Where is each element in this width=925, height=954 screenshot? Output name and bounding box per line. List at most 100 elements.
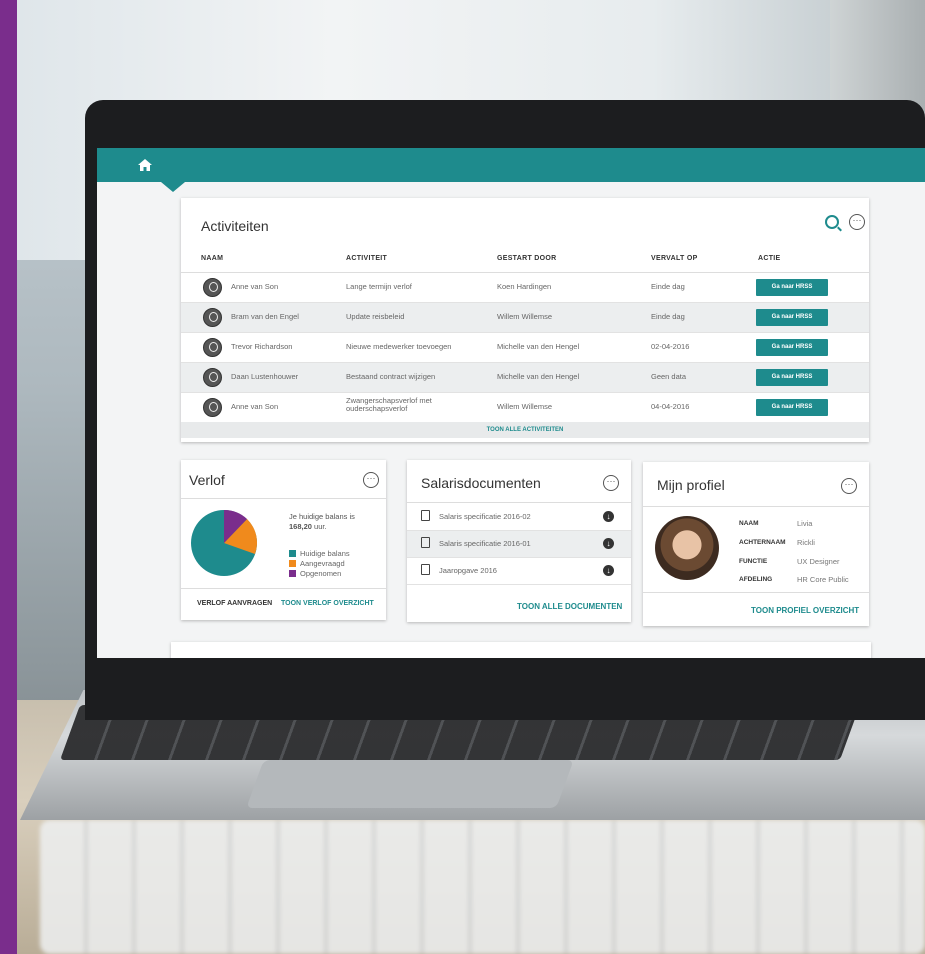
balance-text: Je huidige balans is [289, 512, 355, 521]
list-item[interactable]: Salaris specificatie 2016-02 ↓ [407, 504, 631, 531]
col-naam[interactable]: NAAM [201, 255, 223, 262]
row-vervalt: Einde dag [651, 282, 685, 291]
table-row: Anne van Son Lange termijn verlof Koen H… [181, 273, 869, 303]
col-vervalt-op[interactable]: VERVALT OP [651, 255, 698, 262]
profile-title: Mijn profiel [657, 477, 725, 493]
document-icon [421, 510, 430, 521]
avatar [203, 278, 222, 297]
ga-naar-hrss-button[interactable]: Ga naar HRSS [756, 309, 828, 326]
row-gestart: Michelle van den Hengel [497, 342, 580, 351]
show-all-activities-link[interactable]: TOON ALLE ACTIVITEITEN [181, 422, 869, 438]
row-activiteit: Nieuwe medewerker toevoegen [346, 342, 452, 351]
legend-opgenomen: Opgenomen [300, 569, 342, 578]
avatar [203, 338, 222, 357]
row-naam: Anne van Son [231, 402, 279, 411]
document-name: Salaris specificatie 2016-01 [439, 539, 531, 548]
toon-verlof-overzicht-link[interactable]: TOON VERLOF OVERZICHT [281, 600, 374, 607]
col-gestart-door[interactable]: GESTART DOOR [497, 255, 556, 262]
verlof-aanvragen-link[interactable]: VERLOF AANVRAGEN [197, 600, 272, 607]
download-icon[interactable]: ↓ [603, 511, 614, 522]
download-icon[interactable]: ↓ [603, 565, 614, 576]
row-activiteit: Zwangerschapsverlof met ouderschapsverlo… [346, 396, 432, 413]
profile-key: NAAM [739, 520, 759, 527]
row-activiteit: Bestaand contract wijzigen [346, 372, 436, 381]
more-options-icon[interactable]: ··· [603, 475, 619, 491]
balance-value-line: 168,20 uur. [289, 522, 327, 531]
toon-profiel-overzicht-link[interactable]: TOON PROFIEL OVERZICHT [751, 606, 859, 615]
divider [407, 502, 631, 503]
ga-naar-hrss-button[interactable]: Ga naar HRSS [756, 369, 828, 386]
salaris-card: Salarisdocumenten ··· Salaris specificat… [407, 460, 631, 622]
download-icon[interactable]: ↓ [603, 538, 614, 549]
divider [181, 588, 386, 589]
avatar [203, 368, 222, 387]
row-gestart: Michelle van den Hengel [497, 372, 580, 381]
profile-value: Rickli [797, 538, 815, 547]
document-icon [421, 564, 430, 575]
row-gestart: Koen Hardingen [497, 282, 552, 291]
balance-value: 168,20 [289, 522, 312, 531]
row-naam: Anne van Son [231, 282, 279, 291]
divider [643, 506, 869, 507]
activities-title: Activiteiten [201, 218, 269, 234]
col-activiteit[interactable]: ACTIVITEIT [346, 255, 387, 262]
toon-alle-documenten-link[interactable]: TOON ALLE DOCUMENTEN [517, 602, 622, 611]
avatar [203, 308, 222, 327]
profile-key: AFDELING [739, 576, 773, 583]
table-row: Bram van den Engel Update reisbeleid Wil… [181, 303, 869, 333]
row-activiteit: Update reisbeleid [346, 312, 405, 321]
top-nav-bar [97, 148, 925, 182]
avatar [655, 516, 719, 580]
profile-key: FUNCTIE [739, 558, 768, 565]
verlof-card: Verlof ··· Je huidige balans is 168,20 u… [181, 460, 386, 620]
avatar [203, 398, 222, 417]
table-row: Trevor Richardson Nieuwe medewerker toev… [181, 333, 869, 363]
row-gestart: Willem Willemse [497, 402, 552, 411]
row-naam: Bram van den Engel [231, 312, 299, 321]
ga-naar-hrss-button[interactable]: Ga naar HRSS [756, 399, 828, 416]
purple-side-bar [0, 0, 17, 954]
blurred-keyboard [40, 820, 925, 954]
row-naam: Daan Lustenhouwer [231, 372, 299, 381]
row-vervalt: 04-04-2016 [651, 402, 690, 411]
activities-card: Activiteiten ··· NAAM ACTIVITEIT GESTART… [181, 198, 869, 442]
list-item[interactable]: Salaris specificatie 2016-01 ↓ [407, 531, 631, 558]
more-options-icon[interactable]: ··· [841, 478, 857, 494]
search-icon[interactable] [825, 215, 839, 229]
document-icon [421, 537, 430, 548]
balance-unit: uur. [314, 522, 327, 531]
table-header: NAAM ACTIVITEIT GESTART DOOR VERVALT OP … [181, 248, 869, 273]
more-options-icon[interactable]: ··· [363, 472, 379, 488]
legend-swatch-opgenomen [289, 570, 296, 577]
legend-aangevraagd: Aangevraagd [300, 559, 345, 568]
ga-naar-hrss-button[interactable]: Ga naar HRSS [756, 279, 828, 296]
next-card [171, 642, 871, 658]
leave-pie-chart [191, 510, 257, 576]
legend-huidige: Huidige balans [300, 549, 350, 558]
profile-value: UX Designer [797, 557, 840, 566]
row-activiteit: Lange termijn verlof [346, 282, 412, 291]
profile-key: ACHTERNAAM [739, 539, 786, 546]
home-icon[interactable] [137, 158, 153, 172]
nav-indicator [161, 182, 185, 192]
document-name: Salaris specificatie 2016-02 [439, 512, 531, 521]
legend-swatch-aangevraagd [289, 560, 296, 567]
row-gestart: Willem Willemse [497, 312, 552, 321]
document-name: Jaaropgave 2016 [439, 566, 497, 575]
profile-value: Livia [797, 519, 813, 528]
list-item[interactable]: Jaaropgave 2016 ↓ [407, 558, 631, 585]
ga-naar-hrss-button[interactable]: Ga naar HRSS [756, 339, 828, 356]
divider [643, 592, 869, 593]
legend-swatch-huidige [289, 550, 296, 557]
table-row: Daan Lustenhouwer Bestaand contract wijz… [181, 363, 869, 393]
row-naam: Trevor Richardson [231, 342, 293, 351]
verlof-title: Verlof [189, 472, 225, 488]
row-vervalt: Einde dag [651, 312, 685, 321]
divider [181, 498, 386, 499]
col-actie: ACTIE [758, 255, 781, 262]
more-options-icon[interactable]: ··· [849, 214, 865, 230]
app-screen: Activiteiten ··· NAAM ACTIVITEIT GESTART… [97, 148, 925, 658]
profile-value: HR Core Public [797, 575, 849, 584]
salaris-title: Salarisdocumenten [421, 475, 541, 491]
row-vervalt: Geen data [651, 372, 687, 381]
